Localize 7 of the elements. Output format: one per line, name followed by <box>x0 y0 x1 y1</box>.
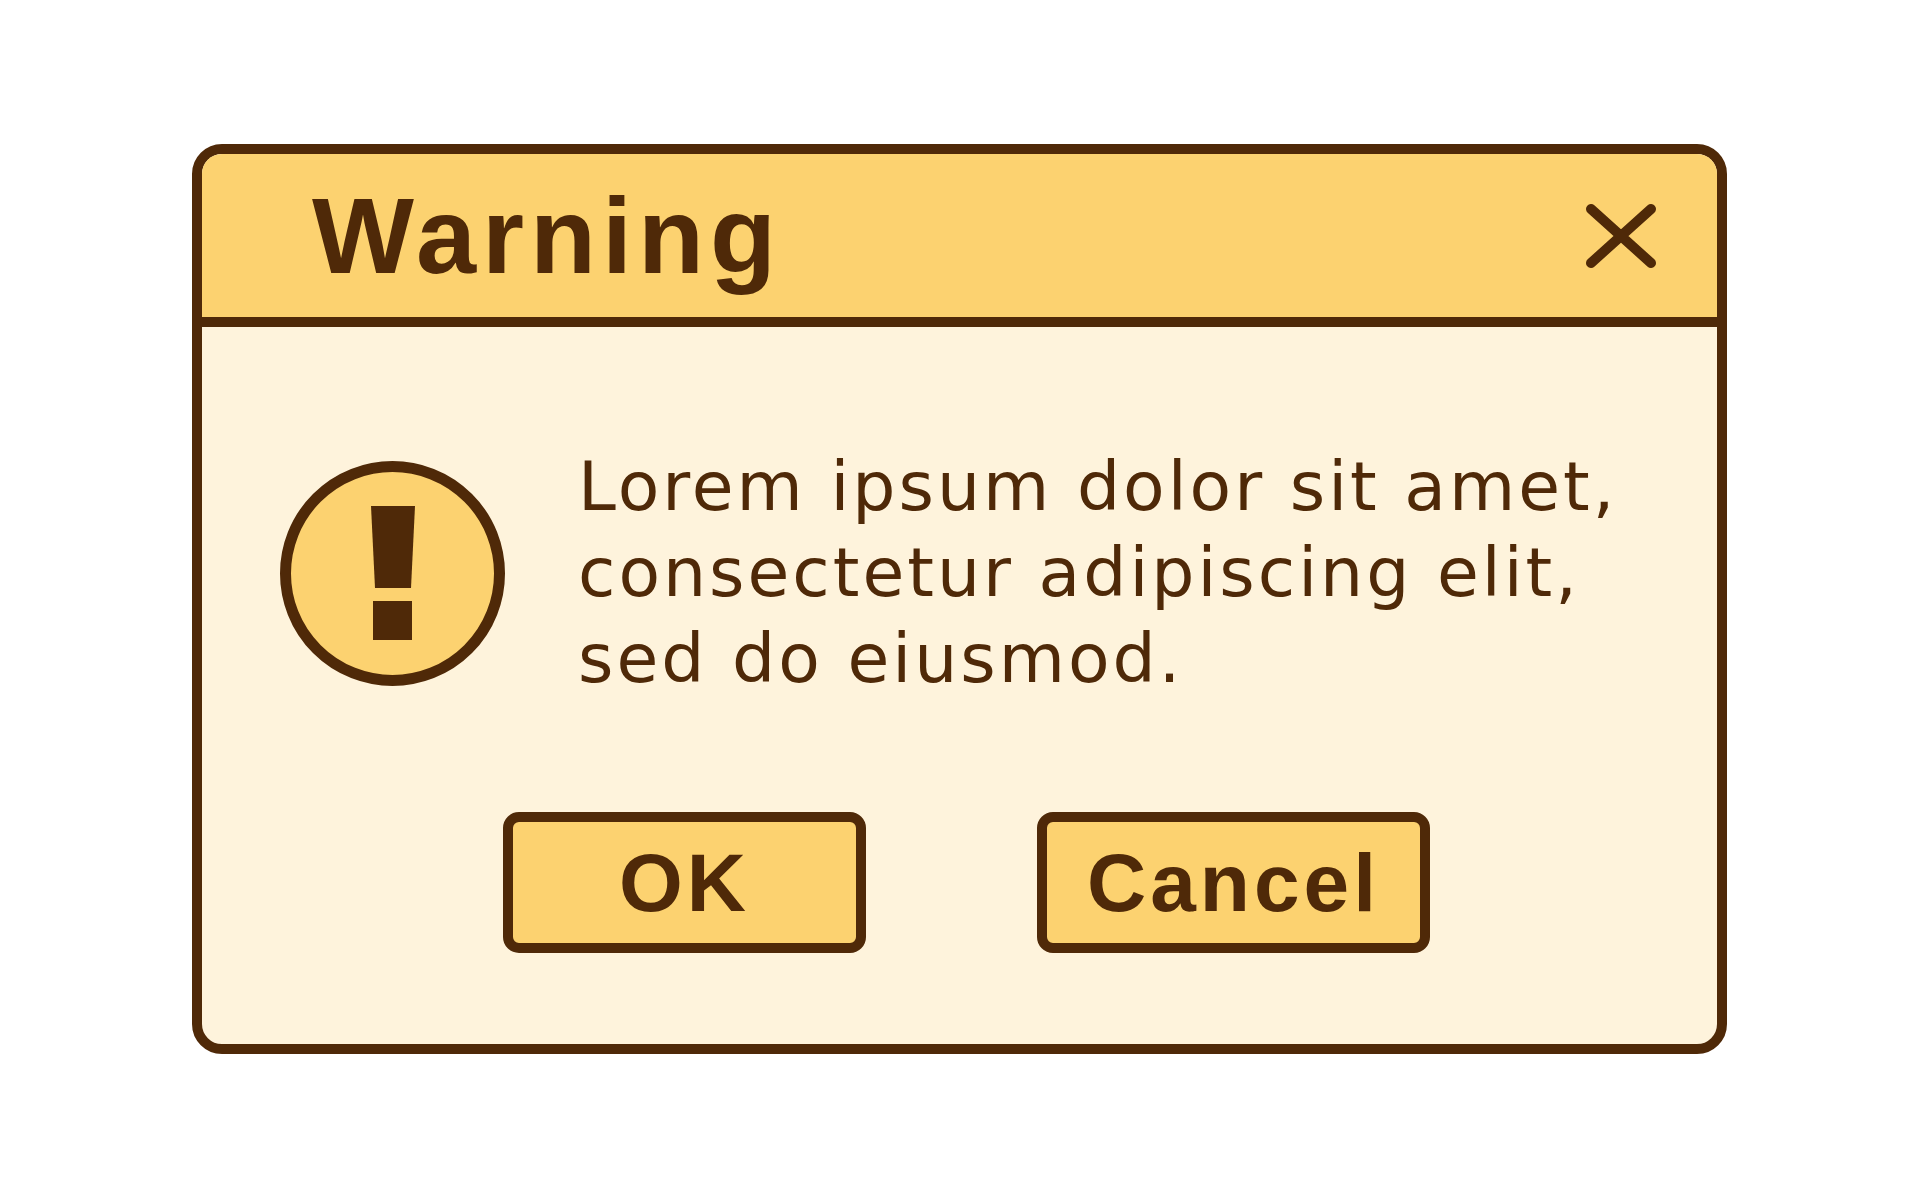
warning-message: Lorem ipsum dolor sit amet, consectetur adipiscing elit, sed do eiusmod. <box>578 446 1619 700</box>
close-button[interactable] <box>1586 203 1656 268</box>
dialog-title: Warning <box>312 174 782 298</box>
warning-icon <box>280 460 505 686</box>
close-icon <box>1586 203 1656 268</box>
ok-button[interactable]: OK <box>503 812 867 953</box>
cancel-button[interactable]: Cancel <box>1037 812 1430 953</box>
